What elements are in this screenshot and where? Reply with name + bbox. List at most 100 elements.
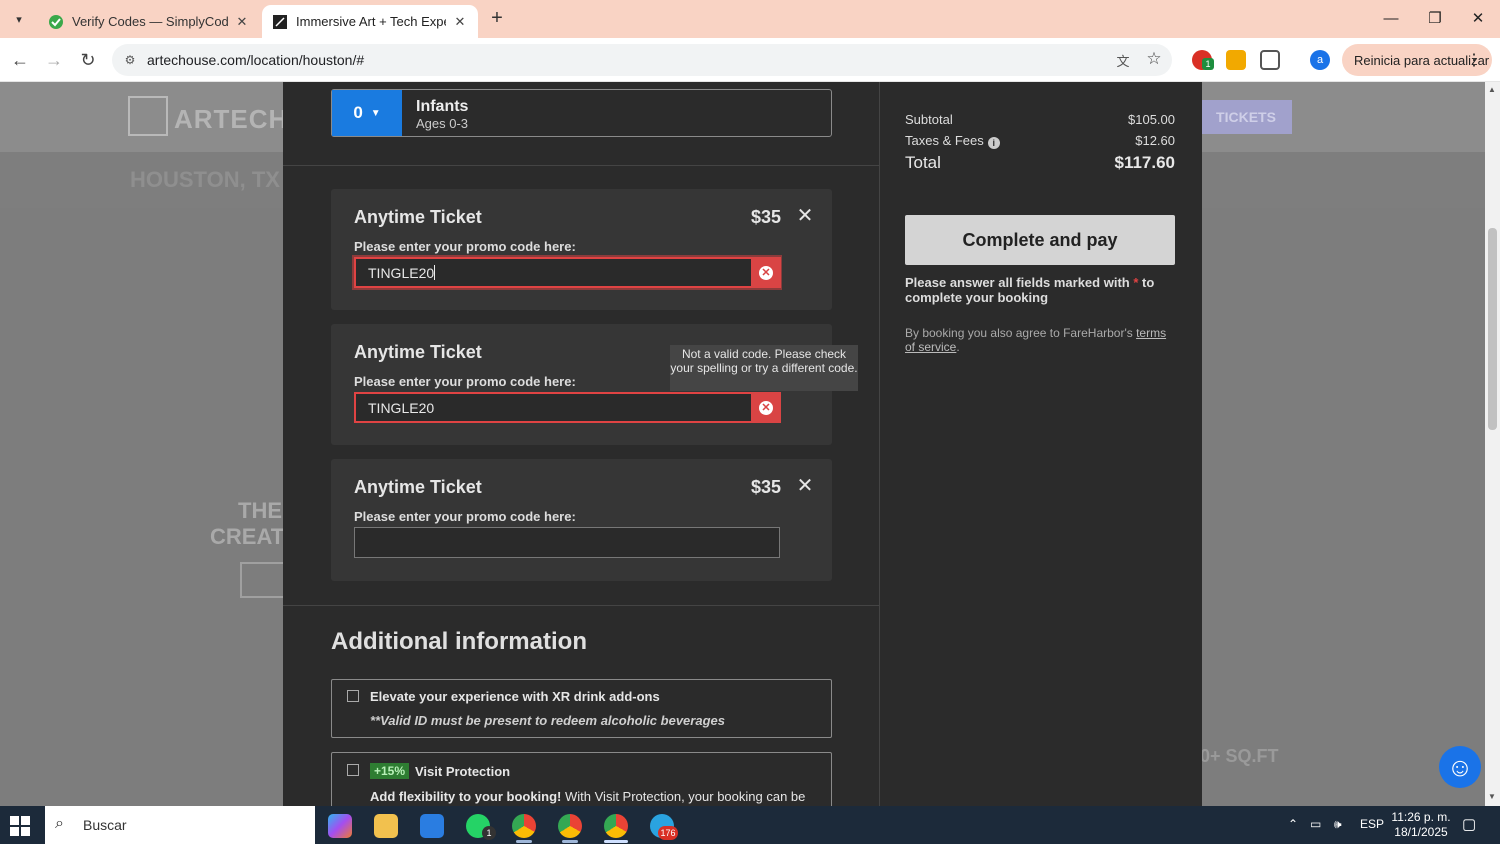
page-scrollbar[interactable]: ▲ ▼ [1485,82,1500,806]
tab-simplycodes[interactable]: Verify Codes — SimplyCodes ✕ [38,5,260,38]
ticket-card: Anytime Ticket $35 ✕ Please enter your p… [331,189,832,310]
booking-modal: 0 ▼ Infants Ages 0-3 Anytime Ticket $35 … [283,82,1202,806]
required-fields-note: Please answer all fields marked with * t… [905,275,1175,305]
simplycodes-favicon-icon [49,14,63,29]
language-indicator[interactable]: ESP [1360,817,1384,831]
windows-start-icon[interactable] [10,816,30,836]
addon-title: Elevate your experience with XR drink ad… [370,689,660,704]
promo-label: Please enter your promo code here: [354,374,576,389]
terms-pre: By booking you also agree to FareHarbor'… [905,326,1137,340]
promo-code-input[interactable]: TINGLE20 [354,392,780,423]
chrome-icon[interactable] [512,814,536,838]
addon-checkbox[interactable] [347,690,359,702]
tab-close-icon[interactable]: ✕ [234,14,250,30]
promo-label: Please enter your promo code here: [354,509,576,524]
hero-button[interactable] [240,562,286,598]
area-stat: 0+ SQ.FT [1200,746,1279,766]
restart-to-update-button[interactable]: Reinicia para actualizar ⋮ [1342,44,1492,76]
windows-taskbar: ⌕ Buscar 1 176 ⌃ ▭ 🕪 ESP 11:26 p. m. 18/… [0,806,1500,844]
restore-icon[interactable]: ❐ [1420,8,1450,30]
close-window-icon[interactable]: ✕ [1463,8,1493,30]
translate-icon[interactable]: 文 [1114,51,1132,69]
taskbar-search[interactable]: ⌕ Buscar [45,806,315,844]
extension-badge: 1 [1202,58,1214,70]
subtotal-value: $105.00 [1128,112,1175,127]
address-bar[interactable]: ⚙ artechouse.com/location/houston/# 文 ☆ [112,44,1172,76]
complete-and-pay-button[interactable]: Complete and pay [905,215,1175,265]
text-caret [434,265,436,280]
volume-icon[interactable]: 🕪 [1334,817,1342,832]
extension-yellow-icon[interactable] [1226,50,1246,70]
telegram-badge: 176 [658,826,678,840]
hero-line-1: THE [238,498,282,523]
extension-red-icon[interactable]: 1 [1192,50,1214,70]
search-placeholder: Buscar [83,817,127,833]
tab-artechouse[interactable]: Immersive Art + Tech Experienc ✕ [262,5,478,38]
chrome-active-icon[interactable] [604,814,628,838]
notifications-icon[interactable]: ▢ [1462,815,1476,833]
promo-error-tooltip: Not a valid code. Please check your spel… [670,345,858,391]
clock-date: 18/1/2025 [1394,825,1448,839]
reload-icon[interactable]: ↻ [76,48,100,72]
back-icon[interactable]: ← [8,48,32,72]
promo-error-button[interactable]: ✕ [751,257,781,288]
addon-desc-bold: Add flexibility to your booking! [370,789,562,804]
addon-note: **Valid ID must be present to redeem alc… [370,713,725,728]
microsoft-store-icon[interactable] [420,814,444,838]
remove-ticket-icon[interactable]: ✕ [796,205,814,227]
error-circle-icon: ✕ [759,400,773,415]
site-settings-icon[interactable]: ⚙ [122,52,138,68]
tab-search-icon[interactable]: ▾ [8,8,30,30]
ticket-price: $35 [750,477,781,497]
extensions-puzzle-icon[interactable] [1260,50,1280,70]
addon-checkbox[interactable] [347,764,359,776]
addon-desc-rest: With Visit Protection, your booking can … [561,789,806,804]
url-text[interactable]: artechouse.com/location/houston/# [147,52,364,68]
ticket-name: Anytime Ticket [354,477,482,497]
promo-label: Please enter your promo code here: [354,239,576,254]
taxes-row: Taxes & Fees i $12.60 [905,133,1175,149]
profile-avatar[interactable]: a [1310,50,1330,70]
terms-post: . [956,340,960,354]
terms-note: By booking you also agree to FareHarbor'… [905,326,1175,354]
accessibility-icon[interactable]: ☺ [1439,746,1481,788]
minimize-icon[interactable]: — [1376,8,1406,30]
promo-code-input[interactable] [354,527,780,558]
tray-chevron-icon[interactable]: ⌃ [1288,817,1298,831]
system-clock[interactable]: 11:26 p. m. 18/1/2025 [1386,810,1456,840]
chrome-profile-icon[interactable] [558,814,582,838]
info-icon[interactable]: i [987,137,1000,149]
tab-close-icon[interactable]: ✕ [452,14,468,30]
ticket-name: Anytime Ticket [354,207,482,227]
promo-code-input[interactable]: TINGLE20 [354,257,780,288]
infants-quantity-select[interactable]: 0 ▼ [332,90,402,136]
ticket-price: $35 [750,207,781,227]
active-indicator [604,840,628,843]
tickets-button[interactable]: TICKETS [1200,100,1292,134]
running-indicator [516,840,532,843]
scroll-thumb[interactable] [1488,228,1497,430]
additional-info-heading: Additional information [331,628,587,655]
column-divider [879,82,880,806]
remove-ticket-icon[interactable]: ✕ [796,475,814,497]
bookmark-star-icon[interactable]: ☆ [1144,49,1164,69]
scroll-down-icon[interactable]: ▼ [1488,792,1496,801]
network-icon[interactable]: ▭ [1310,817,1321,831]
infants-quantity: 0 [353,103,363,122]
addon-xr-drinks: Elevate your experience with XR drink ad… [331,679,832,738]
required-note-pre: Please answer all fields marked with [905,275,1134,290]
ticket-card: Anytime Ticket $35 ✕ Please enter your p… [331,459,832,581]
promo-value: TINGLE20 [368,400,435,416]
scroll-up-icon[interactable]: ▲ [1488,85,1496,94]
running-indicator [562,840,578,843]
copilot-icon[interactable] [328,814,352,838]
new-tab-button[interactable]: + [486,8,508,30]
forward-icon[interactable]: → [42,48,66,72]
addon-description: Add flexibility to your booking! With Vi… [370,789,805,804]
file-explorer-icon[interactable] [374,814,398,838]
section-divider [283,165,879,166]
promo-error-button[interactable]: ✕ [751,392,781,423]
menu-kebab-icon[interactable]: ⋮ [1466,50,1482,70]
city-title: HOUSTON, TX [130,167,280,192]
whatsapp-badge: 1 [482,826,496,840]
